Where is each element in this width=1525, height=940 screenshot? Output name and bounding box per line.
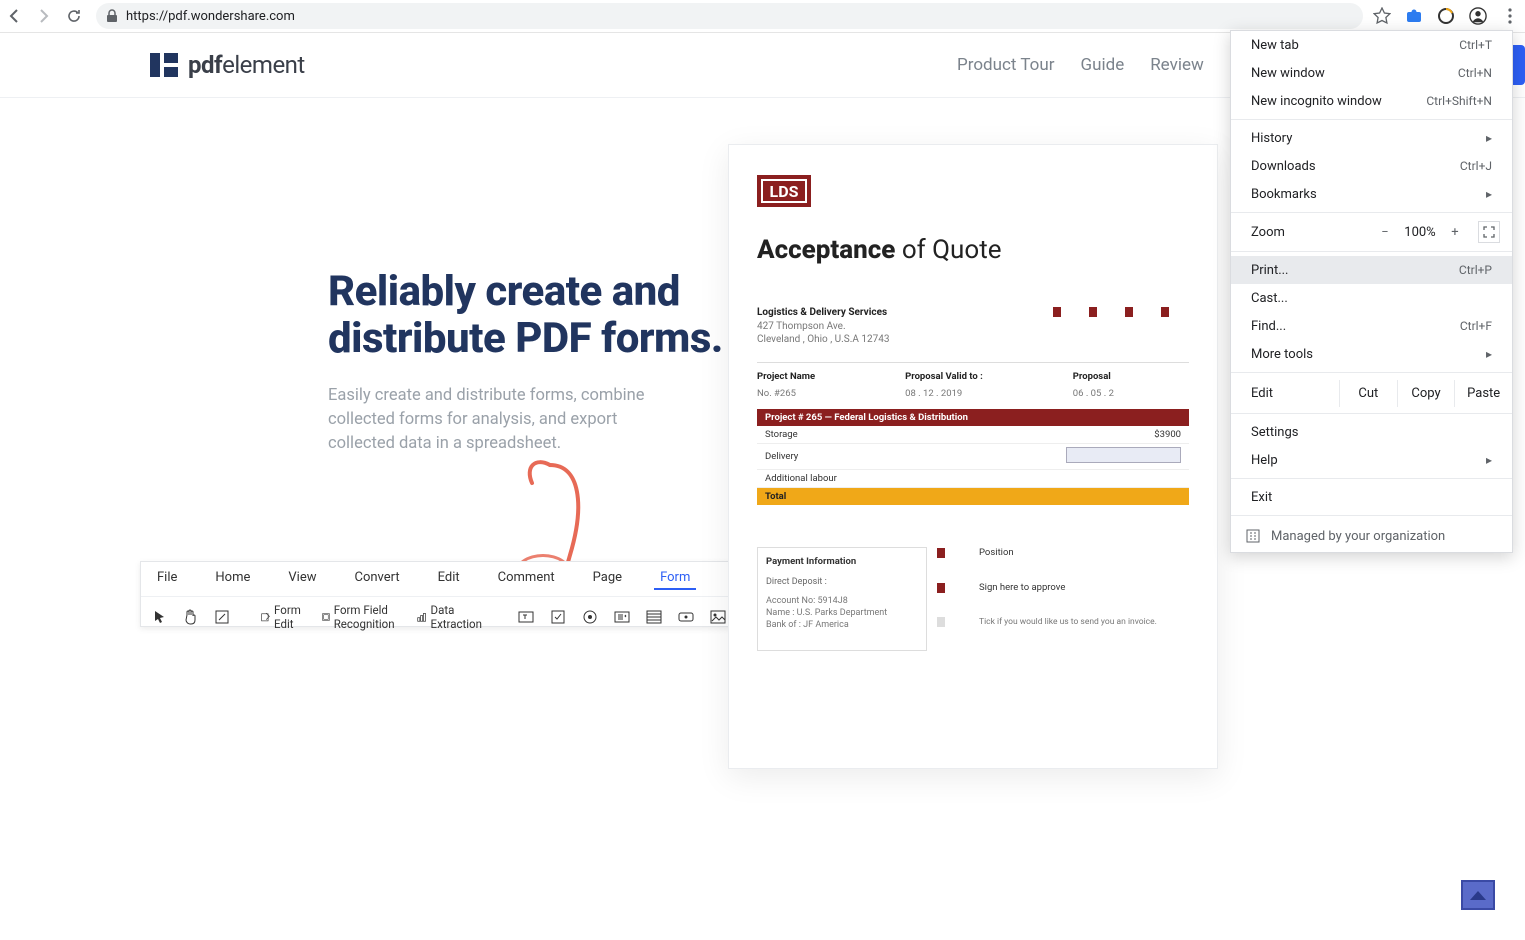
doc-progress-squares (1053, 307, 1169, 317)
address-bar[interactable]: https://pdf.wondershare.com (96, 3, 1363, 29)
tool-list-icon[interactable] (642, 607, 666, 627)
payment-box: Payment Information Direct Deposit : Acc… (757, 547, 927, 651)
menu-settings[interactable]: Settings (1231, 418, 1512, 446)
doc-meta-row: Project NameNo. #265 Proposal Valid to :… (757, 362, 1189, 399)
more-icon[interactable] (1501, 7, 1519, 25)
doc-address: 427 Thompson Ave. Cleveland , Ohio , U.S… (757, 320, 889, 346)
scroll-top-button[interactable] (1461, 880, 1495, 910)
tool-textfield-icon[interactable] (514, 607, 538, 627)
tool-pointer-icon[interactable] (149, 608, 171, 626)
url-text: https://pdf.wondershare.com (126, 9, 295, 24)
forward-icon[interactable] (36, 8, 52, 24)
nav-guide[interactable]: Guide (1081, 55, 1125, 75)
menu-edit-row: Edit Cut Copy Paste (1231, 377, 1512, 409)
menu-paste[interactable]: Paste (1454, 380, 1512, 407)
tool-combo-icon[interactable] (610, 607, 634, 627)
menu-form[interactable]: Form (654, 568, 696, 590)
menu-more-tools[interactable]: More tools▸ (1231, 340, 1512, 368)
tool-data-extraction[interactable]: Data Extraction (413, 601, 490, 633)
nav-controls (6, 8, 82, 24)
status-square-icon (937, 548, 945, 558)
chrome-menu: New tabCtrl+T New windowCtrl+N New incog… (1230, 30, 1513, 553)
menu-find[interactable]: Find...Ctrl+F (1231, 312, 1512, 340)
zoom-in-button[interactable]: + (1440, 223, 1470, 242)
doc-logo: LDS (757, 175, 811, 207)
zoom-value: 100% (1400, 225, 1440, 240)
menu-zoom-row: Zoom − 100% + (1231, 217, 1512, 247)
tool-checkbox-icon[interactable] (546, 607, 570, 627)
lock-icon (106, 9, 118, 23)
nav-product-tour[interactable]: Product Tour (957, 55, 1054, 75)
logo-mark-icon (150, 53, 178, 77)
extension-icon-1[interactable] (1405, 7, 1423, 25)
tool-image-icon[interactable] (706, 607, 730, 627)
menu-cut[interactable]: Cut (1339, 380, 1397, 407)
checkbox-icon[interactable] (937, 617, 945, 627)
delivery-select-field[interactable] (1066, 447, 1181, 463)
logo-text: pdfelement (188, 51, 305, 79)
menu-history[interactable]: History▸ (1231, 124, 1512, 152)
menu-copy[interactable]: Copy (1397, 380, 1455, 407)
hero-sub: Easily create and distribute forms, comb… (328, 384, 668, 456)
building-icon (1245, 528, 1261, 544)
menu-managed[interactable]: Managed by your organization (1231, 520, 1512, 552)
menu-cast[interactable]: Cast... (1231, 284, 1512, 312)
tool-edit-icon[interactable] (211, 608, 233, 626)
tool-radio-icon[interactable] (578, 607, 602, 627)
tool-form-edit[interactable]: Form Edit (257, 601, 310, 633)
menu-view[interactable]: View (282, 568, 322, 590)
menu-comment[interactable]: Comment (492, 568, 561, 590)
status-square-icon (937, 583, 945, 593)
menu-new-tab[interactable]: New tabCtrl+T (1231, 31, 1512, 59)
star-icon[interactable] (1373, 7, 1391, 25)
menu-print[interactable]: Print...Ctrl+P (1231, 256, 1512, 284)
reload-icon[interactable] (66, 8, 82, 24)
menu-edit[interactable]: Edit (432, 568, 466, 590)
doc-section-label: Logistics & Delivery Services (757, 307, 889, 318)
tool-button-icon[interactable] (674, 607, 698, 627)
menu-bookmarks[interactable]: Bookmarks▸ (1231, 180, 1512, 208)
zoom-out-button[interactable]: − (1370, 223, 1400, 242)
doc-payment: Payment Information Direct Deposit : Acc… (757, 547, 1189, 651)
browser-toolbar: https://pdf.wondershare.com (0, 0, 1525, 33)
nav-review[interactable]: Review (1150, 55, 1204, 75)
doc-title: Acceptance of Quote (757, 235, 1189, 265)
tool-hand-icon[interactable] (179, 607, 203, 627)
menu-file[interactable]: File (151, 568, 183, 590)
doc-section-header: Logistics & Delivery Services 427 Thomps… (757, 307, 1189, 346)
payment-right: Position Sign here to approve Tick if yo… (937, 547, 1157, 651)
extension-icon-2[interactable] (1437, 7, 1455, 25)
doc-table: Project # 265 — Federal Logistics & Dist… (757, 409, 1189, 505)
chrome-right-icons (1373, 7, 1519, 25)
menu-convert[interactable]: Convert (349, 568, 406, 590)
menu-exit[interactable]: Exit (1231, 483, 1512, 511)
logo[interactable]: pdfelement (150, 51, 305, 79)
menu-downloads[interactable]: DownloadsCtrl+J (1231, 152, 1512, 180)
fullscreen-icon[interactable] (1478, 221, 1500, 243)
menu-new-window[interactable]: New windowCtrl+N (1231, 59, 1512, 87)
document-preview: LDS Acceptance of Quote Logistics & Deli… (728, 144, 1218, 769)
profile-icon[interactable] (1469, 7, 1487, 25)
menu-home[interactable]: Home (209, 568, 256, 590)
menu-incognito[interactable]: New incognito windowCtrl+Shift+N (1231, 87, 1512, 115)
tool-field-recognition[interactable]: Form Field Recognition (318, 601, 405, 633)
back-icon[interactable] (6, 8, 22, 24)
menu-page[interactable]: Page (587, 568, 628, 590)
menu-help[interactable]: Help▸ (1231, 446, 1512, 474)
